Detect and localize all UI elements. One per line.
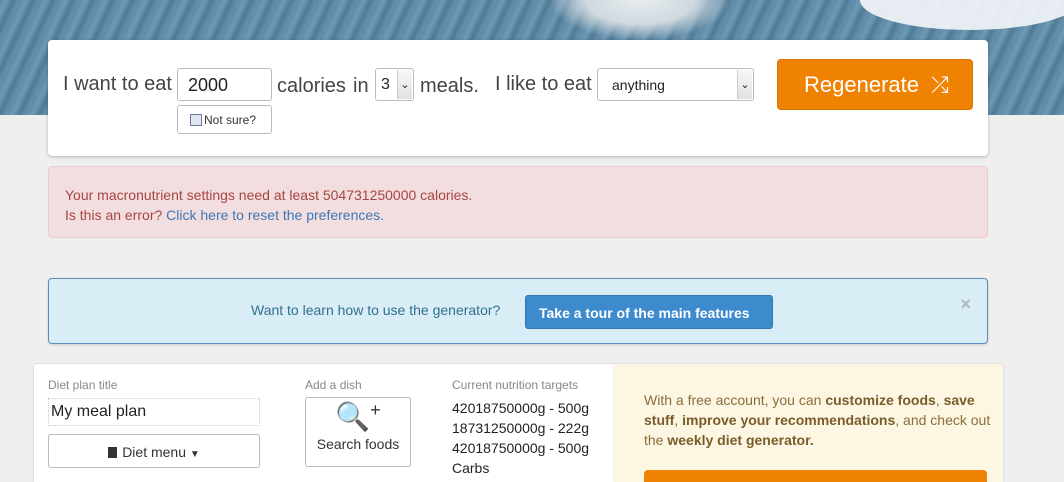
promo-highlight: weekly diet generator.: [667, 432, 814, 448]
tour-question: Want to learn how to use the generator?: [251, 302, 501, 318]
hero-highlight: [860, 0, 1064, 30]
diet-type-value: anything: [612, 77, 665, 93]
target-line: 42018750000g - 500g: [452, 400, 590, 416]
promo-text-part: ,: [674, 412, 683, 428]
chevron-down-icon: ⌄: [737, 70, 752, 99]
eat-prefix-label: I want to eat: [63, 73, 172, 95]
target-line: 42018750000g - 500g: [452, 440, 590, 456]
promo-text-part: ,: [935, 392, 944, 408]
reset-preferences-link[interactable]: Click here to reset the preferences.: [166, 207, 384, 223]
add-dish-label: Add a dish: [305, 378, 362, 392]
regenerate-label: Regenerate: [804, 72, 919, 97]
signup-button[interactable]: [644, 470, 987, 482]
promo-text-part: With a free account, you can: [644, 392, 826, 408]
diet-plan-title-input[interactable]: My meal plan: [48, 398, 260, 426]
promo-highlight: improve your recommendations: [682, 412, 896, 428]
target-line: 18731250000g - 222g: [452, 420, 590, 436]
meals-label: meals.: [420, 75, 479, 97]
not-sure-label: Not sure?: [204, 113, 257, 127]
nutrition-targets: 42018750000g - 500g 18731250000g - 222g …: [452, 398, 589, 478]
diet-menu-label: Diet menu: [122, 444, 186, 460]
regenerate-button[interactable]: Regenerate ⤮: [777, 59, 973, 110]
promo-highlight: customize foods: [825, 392, 936, 408]
like-label: I like to eat: [495, 73, 592, 95]
meal-plan-panel: Diet plan title My meal plan Diet menu ▼…: [34, 364, 614, 482]
shuffle-icon: ⤮: [931, 72, 949, 97]
alert-line2: Is this an error? Click here to reset th…: [65, 205, 987, 225]
calorie-error-alert: Your macronutrient settings need at leas…: [48, 166, 988, 238]
meals-select[interactable]: 3 ⌄: [375, 68, 414, 101]
in-label: in: [353, 75, 369, 97]
meals-value: 3: [381, 76, 390, 93]
promo-text: With a free account, you can customize f…: [644, 390, 994, 450]
calories-input[interactable]: 2000: [177, 68, 272, 101]
close-icon[interactable]: ×: [960, 294, 971, 315]
document-icon: [108, 447, 118, 458]
diet-menu-button[interactable]: Diet menu ▼: [48, 434, 260, 468]
search-foods-button[interactable]: 🔍+ Search foods: [305, 397, 411, 467]
generator-card: I want to eat 2000 calories in 3 ⌄ meals…: [48, 40, 988, 156]
diet-plan-title-label: Diet plan title: [48, 378, 118, 392]
account-promo: With a free account, you can customize f…: [614, 364, 1003, 482]
not-sure-button[interactable]: Not sure?: [177, 105, 272, 134]
search-foods-label: Search foods: [316, 436, 400, 452]
target-line: Carbs: [452, 460, 490, 476]
calculator-icon: [190, 114, 202, 126]
alert-message: Your macronutrient settings need at leas…: [65, 187, 473, 203]
targets-label: Current nutrition targets: [452, 378, 579, 392]
alert-question: Is this an error?: [65, 207, 163, 223]
diet-type-select[interactable]: anything ⌄: [597, 68, 754, 101]
calories-label: calories: [277, 75, 346, 97]
search-plus-icon: 🔍+: [335, 400, 381, 432]
chevron-down-icon: ⌄: [397, 70, 412, 99]
caret-down-icon: ▼: [189, 449, 200, 460]
tour-banner: Want to learn how to use the generator? …: [48, 278, 988, 344]
take-tour-button[interactable]: Take a tour of the main features: [525, 295, 773, 329]
